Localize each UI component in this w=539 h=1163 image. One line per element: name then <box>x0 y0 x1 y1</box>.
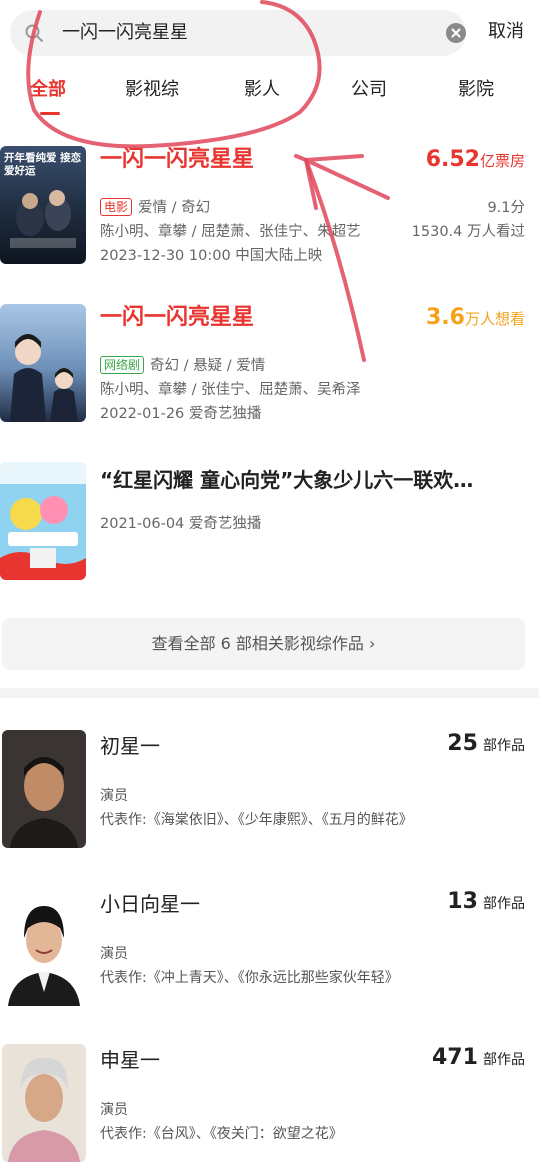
work-count: 13 部作品 <box>447 888 525 918</box>
works-list: 《台风》、《夜关门：欲望之花》 <box>146 1126 343 1142</box>
works-label: 代表作: <box>100 812 147 828</box>
view-all-button[interactable]: 查看全部 6 部相关影视综作品 › <box>2 618 525 670</box>
series-cast: 陈小明、章攀 / 张佳宁、屈楚萧、吴希泽 <box>100 382 361 398</box>
clear-icon[interactable] <box>446 23 466 43</box>
type-badge: 电影 <box>100 198 133 216</box>
person-role: 演员 <box>100 1102 128 1118</box>
type-badge: 网络剧 <box>100 356 145 374</box>
active-tab-indicator <box>40 112 60 115</box>
representative-works: 代表作:《海棠依旧》、《少年康熙》、《五月的鲜花》 <box>100 810 413 830</box>
want-to-watch: 3.6万人想看 <box>426 304 525 333</box>
person-role: 演员 <box>100 946 128 962</box>
series-genres: 奇幻 / 悬疑 / 爱情 <box>150 358 266 374</box>
avatar <box>2 888 86 1006</box>
category-tabs: 全部 影视综 影人 公司 影院 <box>0 70 539 116</box>
movie-tags: 电影 爱情 / 奇幻 <box>100 198 210 218</box>
box-office: 6.52亿票房 <box>426 146 525 175</box>
works-list: 《冲上青天》、《你永远比那些家伙年轻》 <box>146 970 399 986</box>
representative-works: 代表作:《台风》、《夜关门：欲望之花》 <box>100 1124 343 1144</box>
tab-people[interactable]: 影人 <box>244 78 280 102</box>
person-result[interactable]: 初星一 25 部作品 演员 代表作:《海棠依旧》、《少年康熙》、《五月的鲜花》 <box>0 730 539 850</box>
media-result-show[interactable]: “红星闪耀 童心向党”大象少儿六一联欢… 2021-06-04 爱奇艺独播 <box>0 462 539 584</box>
series-poster <box>0 304 86 422</box>
works-label: 代表作: <box>100 1126 147 1142</box>
section-divider <box>0 688 539 698</box>
work-count-value: 471 <box>431 1045 478 1070</box>
work-count-unit: 部作品 <box>483 738 525 754</box>
person-name[interactable]: 小日向星一 <box>100 890 200 918</box>
movie-score: 9.1分 <box>487 200 525 216</box>
want-to-watch-unit: 万人想看 <box>464 310 525 328</box>
movie-cast: 陈小明、章攀 / 屈楚萧、张佳宁、朱超艺 <box>100 224 361 240</box>
works-label: 代表作: <box>100 970 147 986</box>
box-office-value: 6.52 <box>425 147 480 172</box>
box-office-unit: 亿票房 <box>479 152 525 170</box>
work-count-unit: 部作品 <box>483 896 525 912</box>
show-title[interactable]: “红星闪耀 童心向党”大象少儿六一联欢… <box>100 466 473 494</box>
search-icon <box>25 24 43 42</box>
tab-cinema[interactable]: 影院 <box>458 78 494 102</box>
search-row: 一闪一闪亮星星 取消 <box>0 0 539 66</box>
avatar <box>2 1044 86 1162</box>
series-title[interactable]: 一闪一闪亮星星 <box>100 304 254 332</box>
poster-caption: 开年看纯爱 接恋爱好运 <box>4 152 82 177</box>
work-count-unit: 部作品 <box>483 1052 525 1068</box>
series-release: 2022-01-26 爱奇艺独播 <box>100 406 262 422</box>
work-count: 471 部作品 <box>432 1044 525 1074</box>
cancel-button[interactable]: 取消 <box>488 20 524 44</box>
tab-all[interactable]: 全部 <box>30 78 66 102</box>
movie-poster: 开年看纯爱 接恋爱好运 <box>0 146 86 264</box>
person-name[interactable]: 初星一 <box>100 732 160 760</box>
person-role: 演员 <box>100 788 128 804</box>
movie-title[interactable]: 一闪一闪亮星星 <box>100 146 254 174</box>
tab-film-tv[interactable]: 影视综 <box>125 78 179 102</box>
movie-genres: 爱情 / 奇幻 <box>138 200 211 216</box>
work-count-value: 25 <box>447 731 478 756</box>
work-count-value: 13 <box>447 889 478 914</box>
want-to-watch-value: 3.6 <box>426 305 465 330</box>
avatar <box>2 730 86 848</box>
work-count: 25 部作品 <box>447 730 525 760</box>
search-input[interactable]: 一闪一闪亮星星 <box>10 10 466 56</box>
media-result-movie[interactable]: 开年看纯爱 接恋爱好运 一闪一闪亮星星 6.52亿票房 电影 爱情 / 奇幻 9.… <box>0 146 539 268</box>
works-list: 《海棠依旧》、《少年康熙》、《五月的鲜花》 <box>146 812 413 828</box>
show-poster <box>0 462 86 580</box>
person-result[interactable]: 小日向星一 13 部作品 演员 代表作:《冲上青天》、《你永远比那些家伙年轻》 <box>0 888 539 1008</box>
movie-release: 2023-12-30 10:00 中国大陆上映 <box>100 248 323 264</box>
movie-views: 1530.4 万人看过 <box>411 224 525 240</box>
search-query: 一闪一闪亮星星 <box>62 22 188 43</box>
media-result-series[interactable]: 一闪一闪亮星星 3.6万人想看 网络剧 奇幻 / 悬疑 / 爱情 陈小明、章攀 /… <box>0 304 539 426</box>
show-release: 2021-06-04 爱奇艺独播 <box>100 516 262 532</box>
person-name[interactable]: 申星一 <box>100 1046 160 1074</box>
series-tags: 网络剧 奇幻 / 悬疑 / 爱情 <box>100 356 265 376</box>
person-result[interactable]: 申星一 471 部作品 演员 代表作:《台风》、《夜关门：欲望之花》 <box>0 1044 539 1163</box>
representative-works: 代表作:《冲上青天》、《你永远比那些家伙年轻》 <box>100 968 399 988</box>
tab-company[interactable]: 公司 <box>351 78 387 102</box>
